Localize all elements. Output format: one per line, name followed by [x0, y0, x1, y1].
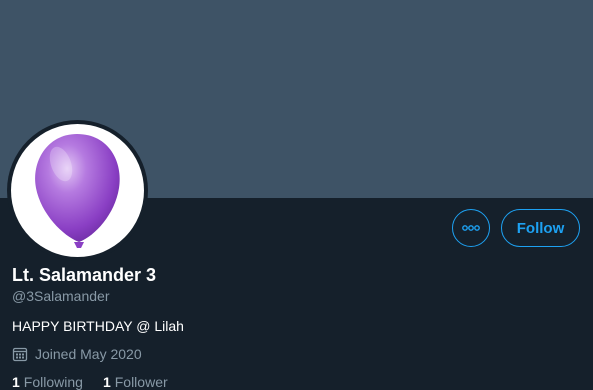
follow-button[interactable]: Follow [501, 209, 580, 247]
following-link[interactable]: 1 Following [12, 374, 83, 390]
join-date: Joined May 2020 [12, 346, 142, 362]
join-date-text: Joined May 2020 [35, 346, 142, 362]
balloon-icon [35, 134, 120, 248]
followers-count: 1 [102, 374, 111, 390]
avatar-image [11, 124, 144, 257]
following-label: Following [23, 374, 83, 390]
profile-name: Lt. Salamander 3 [12, 265, 157, 285]
profile-bio: HAPPY BIRTHDAY @ Lilah [12, 318, 184, 334]
following-count: 1 [12, 374, 20, 390]
profile-stats: 1 Following 1 Follower [12, 374, 188, 390]
calendar-icon [12, 347, 28, 362]
followers-link[interactable]: 1 Follower [103, 374, 168, 390]
more-icon [462, 225, 480, 231]
profile-handle: @3Salamander [12, 288, 110, 304]
avatar[interactable] [7, 120, 148, 261]
followers-label: Follower [114, 374, 168, 390]
more-button[interactable] [452, 209, 490, 247]
